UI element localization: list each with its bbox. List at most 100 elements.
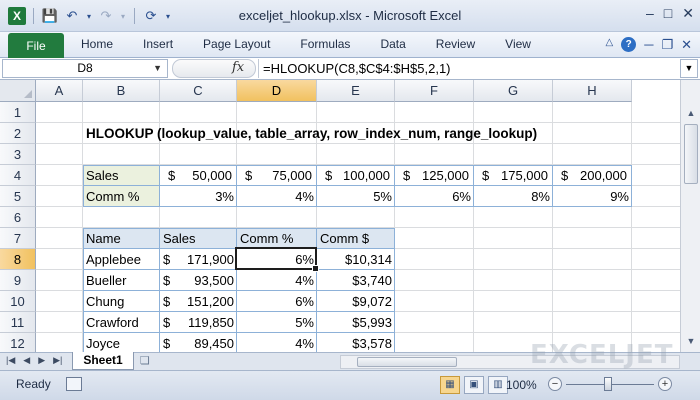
column-header-b[interactable]: B — [83, 80, 160, 102]
lookup-comm-cell[interactable]: 5% — [317, 186, 395, 207]
lookup-comm-cell[interactable]: 8% — [474, 186, 553, 207]
zoom-slider-thumb[interactable] — [604, 377, 612, 391]
expand-formula-bar-icon[interactable]: ▼ — [680, 59, 698, 78]
lookup-sales-cell[interactable]: $125,000 — [395, 165, 474, 186]
table-header-cell[interactable]: Comm % — [237, 228, 317, 249]
worksheet-grid[interactable]: A B C D E F G H 1 2 3 4 5 6 7 8 9 10 11 12 HLOOKUP (lookup_v… — [0, 80, 680, 352]
name-cell[interactable]: Bueller — [83, 270, 160, 291]
sales-cell[interactable]: $171,900 — [160, 249, 237, 270]
vertical-scroll-thumb[interactable] — [684, 124, 698, 184]
doc-close-button[interactable]: ✕ — [681, 37, 692, 53]
page-break-view-icon[interactable]: ▥ — [488, 376, 508, 394]
row-header-1[interactable]: 1 — [0, 102, 36, 123]
zoom-level[interactable]: 100% — [506, 378, 537, 392]
help-icon[interactable]: ? — [621, 37, 637, 52]
horizontal-scroll-thumb[interactable] — [357, 357, 457, 367]
scroll-down-icon[interactable]: ▼ — [684, 334, 698, 348]
row-header-8[interactable]: 8 — [0, 249, 36, 270]
comm-pct-cell[interactable]: 4% — [237, 270, 317, 291]
zoom-in-icon[interactable]: + — [658, 377, 672, 391]
column-header-h[interactable]: H — [553, 80, 632, 102]
row-header-12[interactable]: 12 — [0, 333, 36, 352]
select-all-corner[interactable] — [0, 80, 36, 102]
lookup-comm-cell[interactable]: 9% — [553, 186, 632, 207]
lookup-comm-cell[interactable]: 4% — [237, 186, 317, 207]
insert-sheet-icon[interactable]: ❏ — [140, 354, 158, 368]
lookup-sales-label[interactable]: Sales — [83, 165, 160, 186]
doc-restore-button[interactable]: ❐ — [661, 37, 673, 53]
zoom-out-icon[interactable]: − — [548, 377, 562, 391]
lookup-comm-cell[interactable]: 3% — [160, 186, 237, 207]
lookup-comm-label[interactable]: Comm % — [83, 186, 160, 207]
name-box-dropdown-icon[interactable]: ▼ — [153, 60, 162, 77]
sheet-tab-sheet1[interactable]: Sheet1 — [72, 352, 134, 370]
row-header-3[interactable]: 3 — [0, 144, 36, 165]
lookup-sales-cell[interactable]: $175,000 — [474, 165, 553, 186]
sales-cell[interactable]: $151,200 — [160, 291, 237, 312]
column-header-a[interactable]: A — [36, 80, 83, 102]
lookup-sales-cell[interactable]: $50,000 — [160, 165, 237, 186]
ribbon-minimize-icon[interactable]: △ — [606, 37, 614, 53]
next-sheet-icon[interactable]: ▶ — [38, 355, 45, 366]
comm-amt-cell[interactable]: $3,740 — [317, 270, 395, 291]
first-sheet-icon[interactable]: |◀ — [6, 355, 15, 366]
last-sheet-icon[interactable]: ▶| — [53, 355, 62, 366]
row-header-9[interactable]: 9 — [0, 270, 36, 291]
row-header-6[interactable]: 6 — [0, 207, 36, 228]
sales-cell[interactable]: $119,850 — [160, 312, 237, 333]
close-button[interactable]: ✕ — [682, 5, 694, 22]
comm-amt-cell[interactable]: $3,578 — [317, 333, 395, 352]
tab-file[interactable]: File — [8, 33, 64, 58]
table-header-cell[interactable]: Comm $ — [317, 228, 395, 249]
macro-record-icon[interactable] — [66, 377, 82, 391]
comm-amt-cell[interactable]: $10,314 — [317, 249, 395, 270]
doc-minimize-button[interactable]: ─ — [644, 37, 653, 53]
vertical-scrollbar[interactable]: ▲ ▼ — [680, 80, 700, 352]
sheet-title-cell[interactable]: HLOOKUP (lookup_value, table_array, row_… — [83, 123, 537, 144]
name-cell[interactable]: Chung — [83, 291, 160, 312]
sales-cell[interactable]: $93,500 — [160, 270, 237, 291]
column-header-c[interactable]: C — [160, 80, 237, 102]
name-cell[interactable]: Crawford — [83, 312, 160, 333]
table-header-cell[interactable]: Name — [83, 228, 160, 249]
row-header-10[interactable]: 10 — [0, 291, 36, 312]
tab-home[interactable]: Home — [66, 37, 128, 51]
row-header-7[interactable]: 7 — [0, 228, 36, 249]
minimize-button[interactable]: – — [646, 5, 654, 22]
lookup-sales-cell[interactable]: $200,000 — [553, 165, 632, 186]
row-header-11[interactable]: 11 — [0, 312, 36, 333]
name-cell[interactable]: Joyce — [83, 333, 160, 352]
tab-page-layout[interactable]: Page Layout — [188, 37, 285, 51]
prev-sheet-icon[interactable]: ◀ — [23, 355, 30, 366]
comm-pct-cell[interactable]: 6% — [237, 291, 317, 312]
row-header-4[interactable]: 4 — [0, 165, 36, 186]
scroll-up-icon[interactable]: ▲ — [684, 106, 698, 120]
comm-pct-cell[interactable]: 4% — [237, 333, 317, 352]
tab-data[interactable]: Data — [365, 37, 420, 51]
lookup-sales-cell[interactable]: $100,000 — [317, 165, 395, 186]
tab-view[interactable]: View — [490, 37, 546, 51]
row-header-2[interactable]: 2 — [0, 123, 36, 144]
table-header-cell[interactable]: Sales — [160, 228, 237, 249]
lookup-sales-cell[interactable]: $75,000 — [237, 165, 317, 186]
comm-amt-cell[interactable]: $9,072 — [317, 291, 395, 312]
formula-input[interactable]: =HLOOKUP(C8,$C$4:$H$5,2,1) — [258, 59, 678, 78]
column-header-f[interactable]: F — [395, 80, 474, 102]
insert-function-icon[interactable]: fx — [232, 60, 244, 75]
tab-insert[interactable]: Insert — [128, 37, 188, 51]
maximize-button[interactable]: □ — [664, 5, 672, 22]
tab-review[interactable]: Review — [421, 37, 490, 51]
normal-view-icon[interactable]: ▦ — [440, 376, 460, 394]
sales-cell[interactable]: $89,450 — [160, 333, 237, 352]
column-header-g[interactable]: G — [474, 80, 553, 102]
row-header-5[interactable]: 5 — [0, 186, 36, 207]
column-header-d[interactable]: D — [237, 80, 317, 102]
tab-formulas[interactable]: Formulas — [285, 37, 365, 51]
lookup-comm-cell[interactable]: 6% — [395, 186, 474, 207]
comm-amt-cell[interactable]: $5,993 — [317, 312, 395, 333]
name-box[interactable]: D8 ▼ — [2, 59, 168, 78]
column-header-e[interactable]: E — [317, 80, 395, 102]
active-cell-selection[interactable] — [235, 247, 319, 272]
comm-pct-cell[interactable]: 5% — [237, 312, 317, 333]
page-layout-view-icon[interactable]: ▣ — [464, 376, 484, 394]
